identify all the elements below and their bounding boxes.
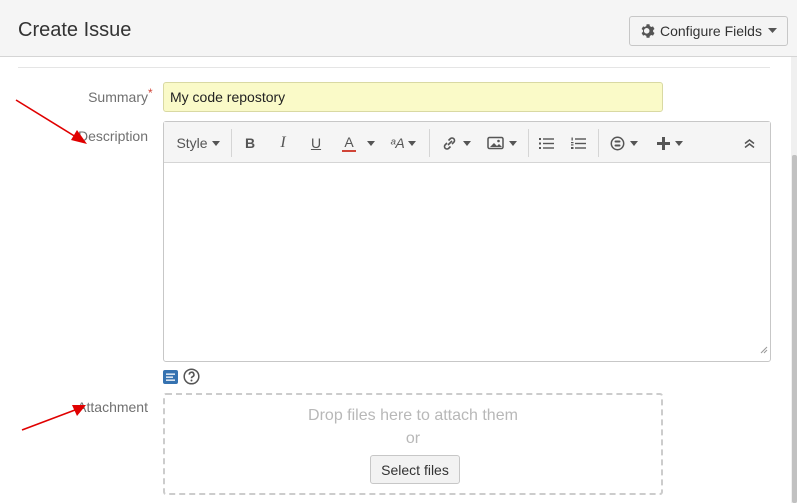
description-textarea[interactable] [164,163,770,361]
chevron-down-icon [675,140,683,146]
insert-more-button[interactable] [653,131,687,155]
insert-image-button[interactable] [484,131,520,155]
chevron-down-icon [407,140,416,146]
link-icon [441,135,458,152]
italic-button[interactable]: I [273,131,293,155]
dialog-title: Create Issue [18,19,132,41]
attachment-label: Attachment [77,399,148,415]
more-formatting-label: ᵃA [390,135,405,151]
bullet-list-button[interactable] [536,131,556,155]
description-editor: Style B I U A ᵃA [163,121,771,362]
resize-handle-icon[interactable] [760,341,768,359]
gear-icon [640,23,656,39]
chevron-down-icon [630,140,638,146]
text-color-underline [342,149,356,152]
description-label: Description [77,128,148,144]
bold-button[interactable]: B [240,131,260,155]
double-chevron-up-icon [744,138,755,148]
dropzone-text: Drop files here to attach them [308,407,518,424]
configure-fields-button[interactable]: Configure Fields [629,16,788,46]
numbered-list-icon [570,137,586,150]
dropzone-or-text: or [405,430,421,447]
chevron-down-icon [211,140,220,146]
configure-fields-label: Configure Fields [660,23,762,39]
more-formatting-button[interactable]: ᵃA [386,131,420,155]
text-mode-icon[interactable] [163,370,178,384]
plus-icon [657,136,670,150]
toolbar-separator [598,129,599,157]
toolbar-separator [429,129,430,157]
divider [18,67,770,68]
editor-toolbar: Style B I U A ᵃA [164,122,770,163]
text-color-button[interactable]: A [339,131,359,155]
help-icon[interactable] [183,368,200,390]
collapse-toolbar-button[interactable] [739,131,759,155]
summary-label: Summary [88,89,148,105]
select-files-button[interactable]: Select files [370,455,460,484]
toolbar-separator [231,129,232,157]
link-button[interactable] [438,131,474,155]
text-color-dropdown[interactable] [365,131,377,155]
dialog-header: Create Issue Configure Fields [0,0,797,57]
required-marker: * [148,86,153,100]
style-dropdown-label: Style [176,135,208,151]
attachment-dropzone[interactable]: Drop files here to attach them or Select… [163,393,663,495]
toolbar-separator [528,129,529,157]
scrollbar-thumb[interactable] [792,155,797,503]
chevron-down-icon [463,140,471,146]
chevron-down-icon [509,140,517,146]
summary-input[interactable] [163,82,663,112]
emoticon-icon [610,136,625,151]
text-color-label: A [344,133,354,150]
style-dropdown[interactable]: Style [172,131,224,155]
underline-button[interactable]: U [306,131,326,155]
image-icon [487,136,504,150]
numbered-list-button[interactable] [568,131,588,155]
bullet-list-icon [538,137,554,150]
chevron-down-icon [767,28,777,34]
emoticon-button[interactable] [607,131,641,155]
